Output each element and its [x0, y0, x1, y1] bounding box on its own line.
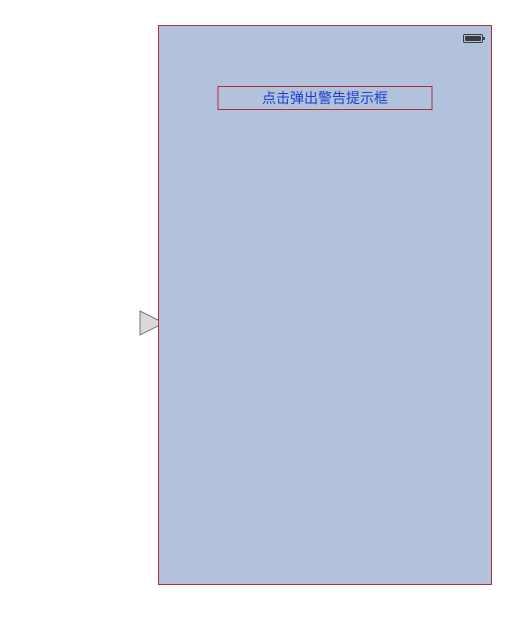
device-frame: 点击弹出警告提示框	[158, 25, 492, 585]
battery-icon	[463, 34, 483, 43]
status-bar	[159, 26, 491, 46]
pointer-arrow	[78, 308, 168, 338]
alert-button[interactable]: 点击弹出警告提示框	[218, 86, 433, 110]
